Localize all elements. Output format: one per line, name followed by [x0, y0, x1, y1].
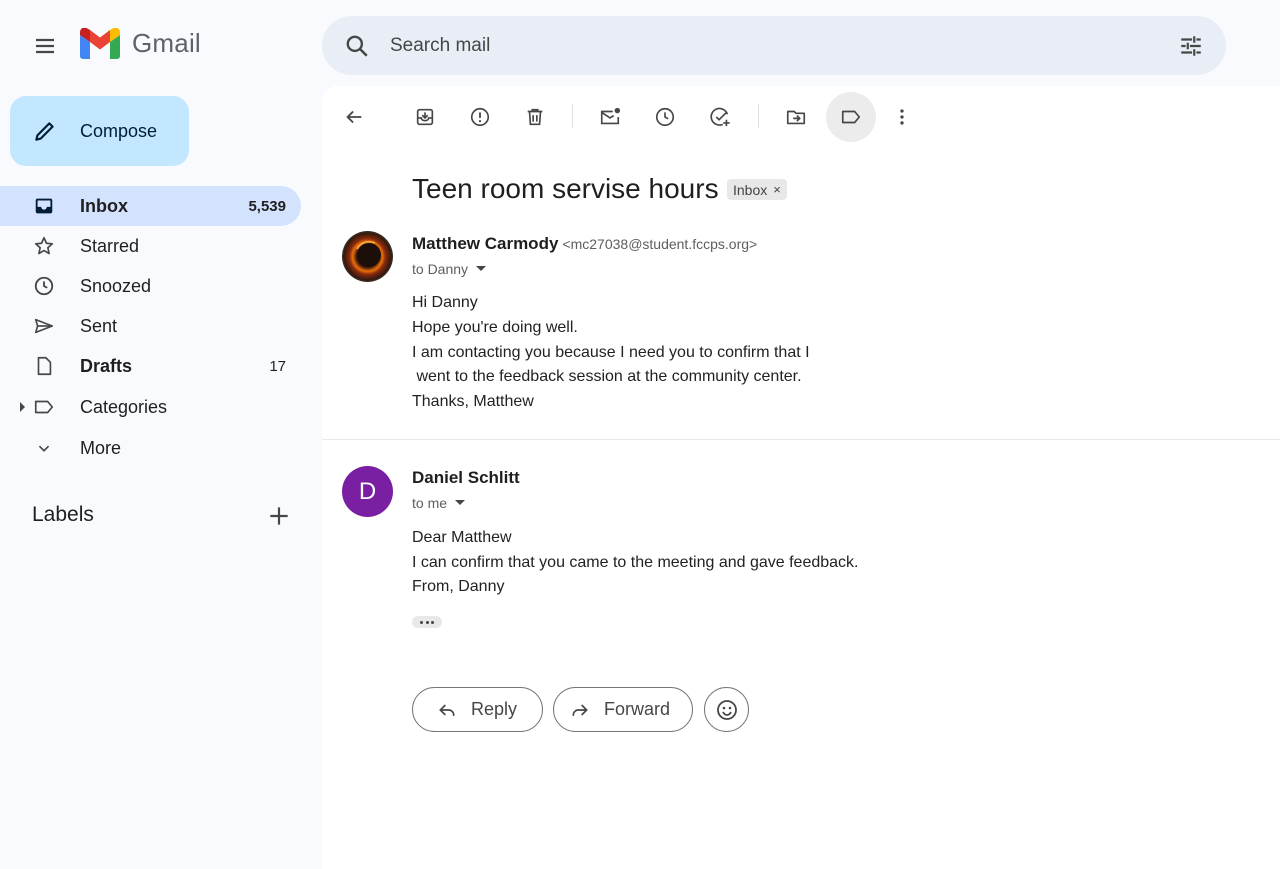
- recipient-details-toggle[interactable]: to Danny: [412, 261, 487, 277]
- label-icon: [841, 110, 861, 124]
- recipient-text: to me: [412, 495, 448, 511]
- delete-icon: [527, 108, 543, 126]
- toolbar-divider: [758, 104, 759, 128]
- message-body-line: Thanks, Matthew: [412, 393, 534, 410]
- forward-button[interactable]: Forward: [553, 687, 693, 732]
- message-body-line: Hi Danny: [412, 294, 478, 311]
- email-subject: Teen room servise hours: [412, 173, 719, 204]
- sidebar-item-label: Drafts: [80, 355, 133, 376]
- inbox-icon: [35, 198, 53, 214]
- back-button[interactable]: [329, 92, 379, 142]
- message-body-line: From, Danny: [412, 578, 505, 595]
- hamburger-menu-icon: [36, 38, 54, 54]
- sender-email: <mc27038@student.fccps.org>: [562, 236, 758, 252]
- pencil-icon: [35, 122, 54, 141]
- archive-icon: [416, 108, 434, 126]
- move-to-button[interactable]: [771, 92, 821, 142]
- archive-button[interactable]: [400, 92, 450, 142]
- toolbar-divider: [572, 104, 573, 128]
- sender-name: Daniel Schlitt: [412, 468, 520, 487]
- snooze-button[interactable]: [640, 92, 690, 142]
- dropdown-arrow-icon: [476, 266, 487, 271]
- sender-name: Matthew Carmody <mc27038@student.fccps.or…: [412, 234, 757, 254]
- add-task-button[interactable]: [695, 92, 745, 142]
- avatar[interactable]: D: [342, 466, 393, 517]
- sidebar-item-sent[interactable]: Sent: [0, 306, 301, 346]
- sidebar-item-snoozed[interactable]: Snoozed: [0, 266, 301, 306]
- app-name: Gmail: [132, 28, 201, 58]
- sender-photo-icon: [342, 231, 393, 282]
- drafts-count: 17: [269, 357, 286, 375]
- more-options-button[interactable]: [877, 92, 927, 142]
- labels-heading: Labels: [32, 503, 94, 526]
- sidebar-item-label: Sent: [80, 315, 118, 336]
- search-options-icon[interactable]: [1178, 33, 1204, 59]
- forward-label: Forward: [604, 699, 671, 719]
- search-bar[interactable]: [322, 16, 1226, 75]
- search-icon[interactable]: [344, 33, 370, 59]
- sidebar-item-label: Starred: [80, 235, 140, 256]
- sidebar-item-label: Snoozed: [80, 275, 152, 296]
- reply-icon: [439, 703, 455, 716]
- sidebar-item-drafts[interactable]: Drafts 17: [0, 346, 301, 386]
- move-to-icon: [786, 110, 806, 125]
- sidebar-item-categories[interactable]: Categories: [0, 387, 301, 427]
- snooze-icon: [655, 107, 675, 127]
- sidebar-item-label: Categories: [80, 396, 168, 417]
- caret-right-icon[interactable]: [19, 401, 27, 413]
- message-view: Teen room servise hours Inbox × Matthew …: [322, 86, 1280, 869]
- back-icon: [346, 110, 362, 124]
- sidebar-item-starred[interactable]: Starred: [0, 226, 301, 266]
- compose-label: Compose: [80, 120, 158, 141]
- gmail-logo[interactable]: Gmail: [80, 28, 201, 59]
- recipient-details-toggle[interactable]: to me: [412, 495, 466, 511]
- reply-label: Reply: [471, 699, 518, 719]
- message-body-line: Dear Matthew: [412, 529, 512, 546]
- draft-icon: [37, 356, 52, 376]
- delete-button[interactable]: [510, 92, 560, 142]
- sidebar-item-label: More: [80, 437, 122, 458]
- show-trimmed-content-button[interactable]: [412, 616, 442, 628]
- message-body-line: I am contacting you because I need you t…: [412, 344, 810, 361]
- main-menu-button[interactable]: [28, 29, 62, 63]
- remove-label-button[interactable]: ×: [773, 182, 781, 197]
- recipient-text: to Danny: [412, 261, 469, 277]
- chevron-down-icon: [38, 445, 50, 452]
- sidebar-item-inbox[interactable]: Inbox 5,539: [0, 186, 301, 226]
- gmail-m-logo-icon: [80, 28, 120, 59]
- smiley-icon: [716, 699, 737, 720]
- dropdown-arrow-icon: [455, 500, 466, 505]
- label-icon: [34, 400, 54, 414]
- message-body-line: Hope you're doing well.: [412, 319, 578, 336]
- mark-unread-icon: [600, 107, 621, 125]
- report-spam-button[interactable]: [455, 92, 505, 142]
- add-label-icon[interactable]: [266, 503, 292, 529]
- compose-button[interactable]: Compose: [10, 96, 189, 166]
- report-spam-icon: [470, 107, 490, 127]
- emoji-reaction-button[interactable]: [704, 687, 749, 732]
- avatar[interactable]: [342, 231, 393, 282]
- ellipsis-dot: [430, 620, 434, 624]
- add-task-icon: [710, 107, 730, 127]
- star-icon: [34, 236, 54, 255]
- send-icon: [34, 318, 54, 334]
- message-body-line: I can confirm that you came to the meeti…: [412, 554, 859, 571]
- labels-button[interactable]: [826, 92, 876, 142]
- clock-icon: [34, 276, 54, 296]
- sidebar-item-label: Inbox: [80, 195, 128, 216]
- message-body-line: went to the feedback session at the comm…: [412, 368, 802, 385]
- forward-icon: [572, 703, 588, 716]
- reply-button[interactable]: Reply: [412, 687, 543, 732]
- inbox-label-chip: Inbox ×: [727, 179, 787, 200]
- ellipsis-dot: [420, 620, 424, 624]
- sidebar-item-more[interactable]: More: [0, 428, 301, 468]
- label-chip-text: Inbox: [733, 181, 768, 198]
- inbox-count: 5,539: [248, 197, 286, 215]
- message-divider: [322, 439, 1280, 440]
- more-vert-icon: [900, 109, 904, 125]
- mark-unread-button[interactable]: [585, 92, 635, 142]
- ellipsis-dot: [425, 620, 429, 624]
- sender-name-text: Matthew Carmody: [412, 234, 559, 253]
- search-input[interactable]: [390, 34, 1110, 57]
